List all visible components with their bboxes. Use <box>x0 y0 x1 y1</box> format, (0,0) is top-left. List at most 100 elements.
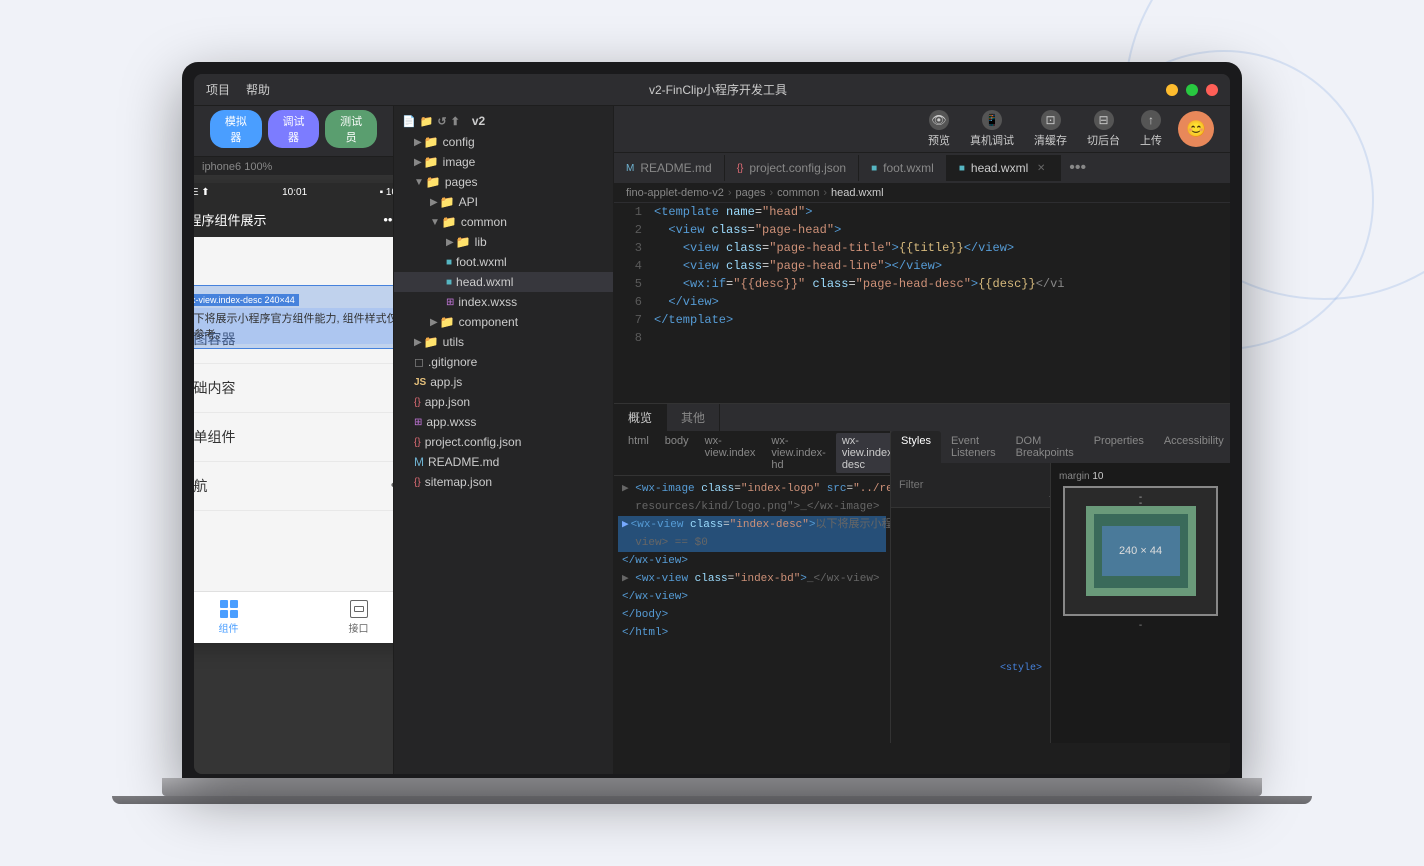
bd-content: _</wx-view> <box>807 571 880 587</box>
styles-tab-access[interactable]: Accessibility <box>1154 431 1230 463</box>
wxml-file-icon: ■ <box>959 163 965 174</box>
code-line-4: 4 <view class="page-head-line"></view> <box>614 257 1230 275</box>
line-number: 2 <box>614 221 654 239</box>
tree-file-gitignore[interactable]: ◻ .gitignore <box>394 352 613 372</box>
folder-name: lib <box>475 235 487 249</box>
element-label-text: wx-view.index-desc 240×44 <box>194 294 299 306</box>
menu-item-project[interactable]: 项目 <box>206 81 230 98</box>
upload-label: 上传 <box>1140 132 1162 148</box>
indent-icon: ▶ <box>622 481 635 497</box>
real-machine-toolbar-item[interactable]: 📱 真机调试 <box>970 110 1014 148</box>
tree-file-foot-wxml[interactable]: ■ foot.wxml <box>394 252 613 272</box>
tree-file-head-wxml[interactable]: ■ head.wxml <box>394 272 613 292</box>
phone-content: wx-view.index-desc 240×44 以下将展示小程序官方组件能力… <box>194 237 393 591</box>
laptop-screen: 项目 帮助 v2-FinClip小程序开发工具 模拟器 <box>194 74 1230 774</box>
time-text: 10:01 <box>282 187 307 198</box>
folder-icon: 📁 <box>426 175 441 189</box>
html-tree-panel[interactable]: ▶ <wx-image class="index-logo" src="../r… <box>614 476 890 743</box>
breadcrumb-current: head.wxml <box>831 187 884 199</box>
styles-filter-input[interactable] <box>899 467 1041 503</box>
tree-file-readme[interactable]: M README.md <box>394 452 613 472</box>
file-name: head.wxml <box>456 275 513 289</box>
tree-file-project-config[interactable]: {} project.config.json <box>394 432 613 452</box>
html-tree-line-selected-2[interactable]: view> == $0 <box>618 534 886 552</box>
nav-item-nav[interactable]: 导航 ••• <box>194 462 393 511</box>
line-content: <view class="page-head"> <box>654 221 1230 239</box>
tab-project-config[interactable]: {} project.config.json <box>725 155 859 181</box>
component-icon <box>220 600 238 618</box>
styles-rules-area[interactable]: :hov .cls + element.style { } <box>891 463 1050 743</box>
breadcrumb-root: fino-applet-demo-v2 <box>626 187 724 199</box>
code-editor[interactable]: 1 <template name="head"> 2 <view class="… <box>614 203 1230 403</box>
tree-file-sitemap[interactable]: {} sitemap.json <box>394 472 613 492</box>
wxml-icon: ■ <box>446 277 452 288</box>
styles-tab-dom[interactable]: DOM Breakpoints <box>1006 431 1084 463</box>
styles-panel: Styles Event Listeners DOM Breakpoints P… <box>890 431 1230 743</box>
tree-folder-config[interactable]: ▶ 📁 config <box>394 132 613 152</box>
styles-tab-styles[interactable]: Styles <box>891 431 941 463</box>
simulate-button[interactable]: 模拟器 <box>210 110 262 148</box>
tree-file-app-wxss[interactable]: ⊞ app.wxss <box>394 412 613 432</box>
new-file-icon[interactable]: 📄 <box>402 115 416 128</box>
debug-button[interactable]: 调试器 <box>268 110 320 148</box>
tree-folder-api[interactable]: ▶ 📁 API <box>394 192 613 212</box>
element-tab-wx-view-hd[interactable]: wx-view.index-hd <box>765 433 831 473</box>
refresh-icon[interactable]: ↺ <box>437 115 446 128</box>
element-tab-wx-view-desc[interactable]: wx-view.index-desc <box>836 433 890 473</box>
tree-folder-image[interactable]: ▶ 📁 image <box>394 152 613 172</box>
styles-tab-props[interactable]: Properties <box>1084 431 1154 463</box>
tree-folder-utils[interactable]: ▶ 📁 utils <box>394 332 613 352</box>
bottom-nav-component[interactable]: 组件 <box>219 600 239 635</box>
tab-more-button[interactable]: ••• <box>1061 153 1094 183</box>
tab-close-button[interactable]: ✕ <box>1034 161 1048 175</box>
bottom-nav-interface[interactable]: 接口 <box>349 600 369 635</box>
file-name: index.wxss <box>458 295 517 309</box>
code-line-5: 5 <wx:if="{{desc}}" class="page-head-des… <box>614 275 1230 293</box>
clear-cache-label: 清缓存 <box>1034 132 1067 148</box>
minimize-button[interactable] <box>1166 84 1178 96</box>
preview-toolbar-item[interactable]: 👁 预览 <box>928 110 950 148</box>
new-folder-icon[interactable]: 📁 <box>420 115 434 128</box>
code-line-2: 2 <view class="page-head"> <box>614 221 1230 239</box>
phone-menu-dots[interactable]: ••• ✕ <box>383 212 393 228</box>
html-string: "index-bd" <box>734 571 800 587</box>
nav-item-form[interactable]: 表单组件 ≡ <box>194 413 393 462</box>
bottom-panel: 概览 其他 html body wx-view.index <box>614 403 1230 743</box>
panel-tab-overview[interactable]: 概览 <box>614 404 667 431</box>
menu-item-help[interactable]: 帮助 <box>246 81 270 98</box>
tree-folder-common[interactable]: ▼ 📁 common <box>394 212 613 232</box>
styles-tab-event[interactable]: Event Listeners <box>941 431 1006 463</box>
tab-head-wxml[interactable]: ■ head.wxml ✕ <box>947 155 1061 181</box>
html-panel: html body wx-view.index wx-view.index-hd… <box>614 431 890 743</box>
upload-toolbar-item[interactable]: ↑ 上传 <box>1140 110 1162 148</box>
cut-backend-toolbar-item[interactable]: ⊟ 切后台 <box>1087 110 1120 148</box>
element-tab-body[interactable]: body <box>659 433 695 473</box>
collapse-icon[interactable]: ⬆ <box>451 115 460 128</box>
json-icon: {} <box>414 437 421 448</box>
element-tab-html[interactable]: html <box>622 433 655 473</box>
user-avatar[interactable]: 😊 <box>1178 111 1214 147</box>
tab-foot-wxml[interactable]: ■ foot.wxml <box>859 155 947 181</box>
tree-file-app-json[interactable]: {} app.json <box>394 392 613 412</box>
file-name: project.config.json <box>425 435 522 449</box>
html-tree-line-selected[interactable]: ▶<wx-view class="index-desc">以下将展示小程序官方组… <box>618 516 886 534</box>
tree-file-app-js[interactable]: JS app.js <box>394 372 613 392</box>
line-number: 7 <box>614 311 654 329</box>
code-line-3: 3 <view class="page-head-title">{{title}… <box>614 239 1230 257</box>
tab-readme[interactable]: M README.md <box>614 155 725 181</box>
maximize-button[interactable] <box>1186 84 1198 96</box>
styles-rule-element: element.style { <box>895 512 1046 562</box>
panel-tab-other[interactable]: 其他 <box>667 404 720 431</box>
tree-file-index-wxss[interactable]: ⊞ index.wxss <box>394 292 613 312</box>
tree-folder-lib[interactable]: ▶ 📁 lib <box>394 232 613 252</box>
tree-folder-pages[interactable]: ▼ 📁 pages <box>394 172 613 192</box>
styles-prop-color: color: var(--weui-FG-1); <box>895 728 1046 743</box>
tree-icons[interactable]: 📄 📁 ↺ ⬆ <box>402 115 460 128</box>
test-button[interactable]: 测试员 <box>325 110 377 148</box>
chevron-right-icon: ▶ <box>430 197 438 208</box>
nav-item-basic[interactable]: 基础内容 T <box>194 364 393 413</box>
tree-folder-component[interactable]: ▶ 📁 component <box>394 312 613 332</box>
close-button[interactable] <box>1206 84 1218 96</box>
element-tab-wx-view-index[interactable]: wx-view.index <box>699 433 762 473</box>
clear-cache-toolbar-item[interactable]: ⊡ 清缓存 <box>1034 110 1067 148</box>
